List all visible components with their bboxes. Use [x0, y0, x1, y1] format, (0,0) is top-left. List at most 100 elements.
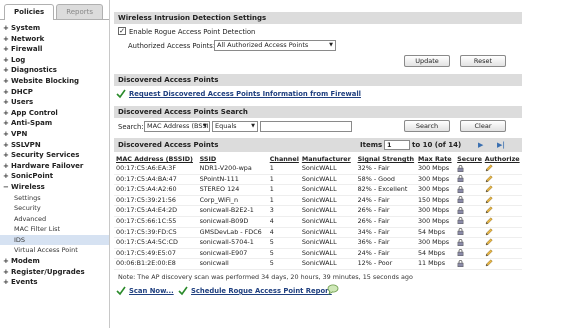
cell-mac: 00:17:C5:49:E5:07: [114, 248, 198, 260]
nav-item-anti-spam[interactable]: + Anti-Spam: [0, 118, 109, 129]
items-from-input[interactable]: 1: [384, 140, 410, 150]
col-max-rate[interactable]: Max Rate: [416, 154, 455, 164]
col-signal[interactable]: Signal Strength: [356, 154, 416, 164]
nav-item-sslvpn[interactable]: + SSLVPN: [0, 140, 109, 151]
pencil-icon[interactable]: [485, 249, 493, 257]
footer-links-row: Scan Now... Schedule Rogue Access Point …: [114, 284, 522, 298]
nav-item-app-control[interactable]: + App Control: [0, 108, 109, 119]
nav-item-log[interactable]: + Log: [0, 55, 109, 66]
expand-icon: +: [3, 45, 9, 54]
cell-manufacturer: SonicWALL: [299, 164, 356, 175]
cell-signal: 12% - Poor: [355, 258, 416, 270]
sidebar-tabs: Policies Reports: [0, 0, 109, 20]
col-authorize[interactable]: Authorize: [483, 154, 522, 164]
pencil-icon[interactable]: [485, 217, 493, 225]
col-channel[interactable]: Channel: [268, 154, 300, 164]
pencil-icon[interactable]: [485, 206, 493, 214]
sidebar-item-mac-filter-list[interactable]: MAC Filter List: [0, 224, 109, 235]
pencil-icon[interactable]: [485, 238, 493, 246]
sidebar-item-advanced[interactable]: Advanced: [0, 214, 109, 225]
cell-authorize: [482, 258, 522, 270]
expand-icon: +: [3, 98, 9, 107]
pencil-icon[interactable]: [485, 196, 493, 204]
chevron-down-icon: ▼: [329, 42, 333, 48]
cell-channel: 4: [267, 227, 300, 239]
lock-icon: [457, 260, 464, 267]
table-header-row: MAC Address (BSSID) SSID Channel Manufac…: [114, 154, 522, 164]
col-mac[interactable]: MAC Address (BSSID): [114, 154, 198, 164]
nav-item-website-blocking[interactable]: + Website Blocking: [0, 76, 109, 87]
cell-signal: 58% - Good: [355, 174, 416, 186]
expand-icon: +: [3, 278, 9, 287]
nav-item-users[interactable]: + Users: [0, 97, 109, 108]
expand-icon: +: [3, 24, 9, 32]
sidebar-item-security[interactable]: Security: [0, 203, 109, 214]
expand-icon: +: [3, 87, 9, 96]
report-icon[interactable]: [327, 284, 339, 295]
table-row: 00:17:C5:66:1C:55 sonicwall-B09D 4 SonicWAL…: [114, 216, 522, 228]
col-ssid[interactable]: SSID: [198, 154, 268, 164]
sidebar-item-ids[interactable]: IDS: [0, 234, 109, 246]
nav-item-register-upgrades[interactable]: + Register/Upgrades: [0, 267, 109, 278]
nav-label: Register/Upgrades: [11, 267, 85, 276]
nav-item-sonicpoint[interactable]: + SonicPoint: [0, 171, 109, 182]
pencil-icon[interactable]: [485, 164, 493, 172]
nav-item-modem[interactable]: + Modem: [0, 256, 109, 267]
tab-policies[interactable]: Policies: [4, 4, 55, 20]
reset-button[interactable]: Reset: [460, 55, 506, 67]
cell-secure: [455, 195, 483, 207]
nav-label: Network: [11, 34, 45, 43]
nav-item-firewall[interactable]: + Firewall: [0, 44, 109, 55]
nav-item-security-services[interactable]: + Security Services: [0, 150, 109, 161]
search-button[interactable]: Search: [404, 120, 450, 132]
cell-channel: 1: [267, 174, 300, 186]
cell-channel: 1: [267, 195, 300, 207]
last-page-icon[interactable]: ▶|: [497, 138, 505, 152]
col-secure[interactable]: Secure: [455, 154, 483, 164]
col-manufacturer[interactable]: Manufacturer: [300, 154, 356, 164]
nav-item-hardware-failover[interactable]: + Hardware Failover: [0, 161, 109, 172]
nav-item-system[interactable]: + System: [0, 23, 109, 34]
schedule-report-link[interactable]: Schedule Rogue Access Point Report: [191, 287, 332, 295]
scan-now-link[interactable]: Scan Now...: [129, 287, 174, 295]
enable-rogue-checkbox[interactable]: ✓: [118, 27, 126, 35]
cell-secure: [455, 216, 483, 228]
authorized-ap-select[interactable]: All Authorized Access Points ▼: [214, 40, 336, 51]
ap-table-body: 00:17:C5:A6:EA:3F NDR1-V200-wpa 1 SonicWALL…: [114, 164, 522, 270]
pencil-icon[interactable]: [485, 174, 493, 183]
ap-list-header: Discovered Access Points Items 1 to 10 (…: [114, 138, 522, 152]
search-field-select[interactable]: MAC Address (BSSID) ▼: [144, 121, 210, 132]
nav-item-events[interactable]: + Events: [0, 277, 109, 288]
cell-secure: [455, 237, 483, 249]
nav-item-dhcp[interactable]: + DHCP: [0, 87, 109, 98]
next-page-icon[interactable]: ▶: [478, 138, 483, 152]
pencil-icon[interactable]: [485, 259, 493, 267]
lock-icon: [457, 196, 464, 204]
search-input[interactable]: [260, 121, 352, 132]
cell-manufacturer: SonicWALL: [299, 227, 356, 239]
request-link-row: Request Discovered Access Points Informa…: [114, 86, 522, 102]
update-button[interactable]: Update: [404, 55, 450, 67]
nav-item-vpn[interactable]: + VPN: [0, 129, 109, 140]
sidebar-item-virtual-access-point[interactable]: Virtual Access Point: [0, 245, 109, 256]
search-row: Search: MAC Address (BSSID) ▼ Equals ▼ Sea…: [114, 118, 522, 135]
nav-item-network[interactable]: + Network: [0, 34, 109, 45]
nav-item-diagnostics[interactable]: + Diagnostics: [0, 65, 109, 76]
cell-manufacturer: SonicWALL: [299, 205, 356, 217]
sidebar-item-settings[interactable]: Settings: [0, 193, 109, 204]
search-operator-select[interactable]: Equals ▼: [212, 121, 258, 132]
clear-button[interactable]: Clear: [460, 120, 506, 132]
tab-reports[interactable]: Reports: [56, 4, 104, 19]
cell-manufacturer: SonicWALL: [299, 237, 356, 249]
discovered-request-header: Discovered Access Points: [114, 74, 522, 86]
nav-item-wireless[interactable]: − Wireless: [0, 182, 109, 193]
request-discovered-link[interactable]: Request Discovered Access Points Informa…: [129, 90, 361, 98]
expand-icon: +: [3, 257, 9, 266]
table-row: 00:17:C5:49:E5:07 sonicwall-E907 5 SonicWAL…: [114, 248, 522, 260]
search-operator-value: Equals: [215, 122, 237, 130]
cell-signal: 34% - Fair: [355, 227, 416, 239]
table-row: 00:17:C5:A4:5C:CD sonicwall-5704-1 5 SonicW…: [114, 237, 522, 249]
pencil-icon[interactable]: [485, 185, 493, 193]
pencil-icon[interactable]: [485, 227, 493, 236]
lock-icon: [457, 249, 464, 257]
